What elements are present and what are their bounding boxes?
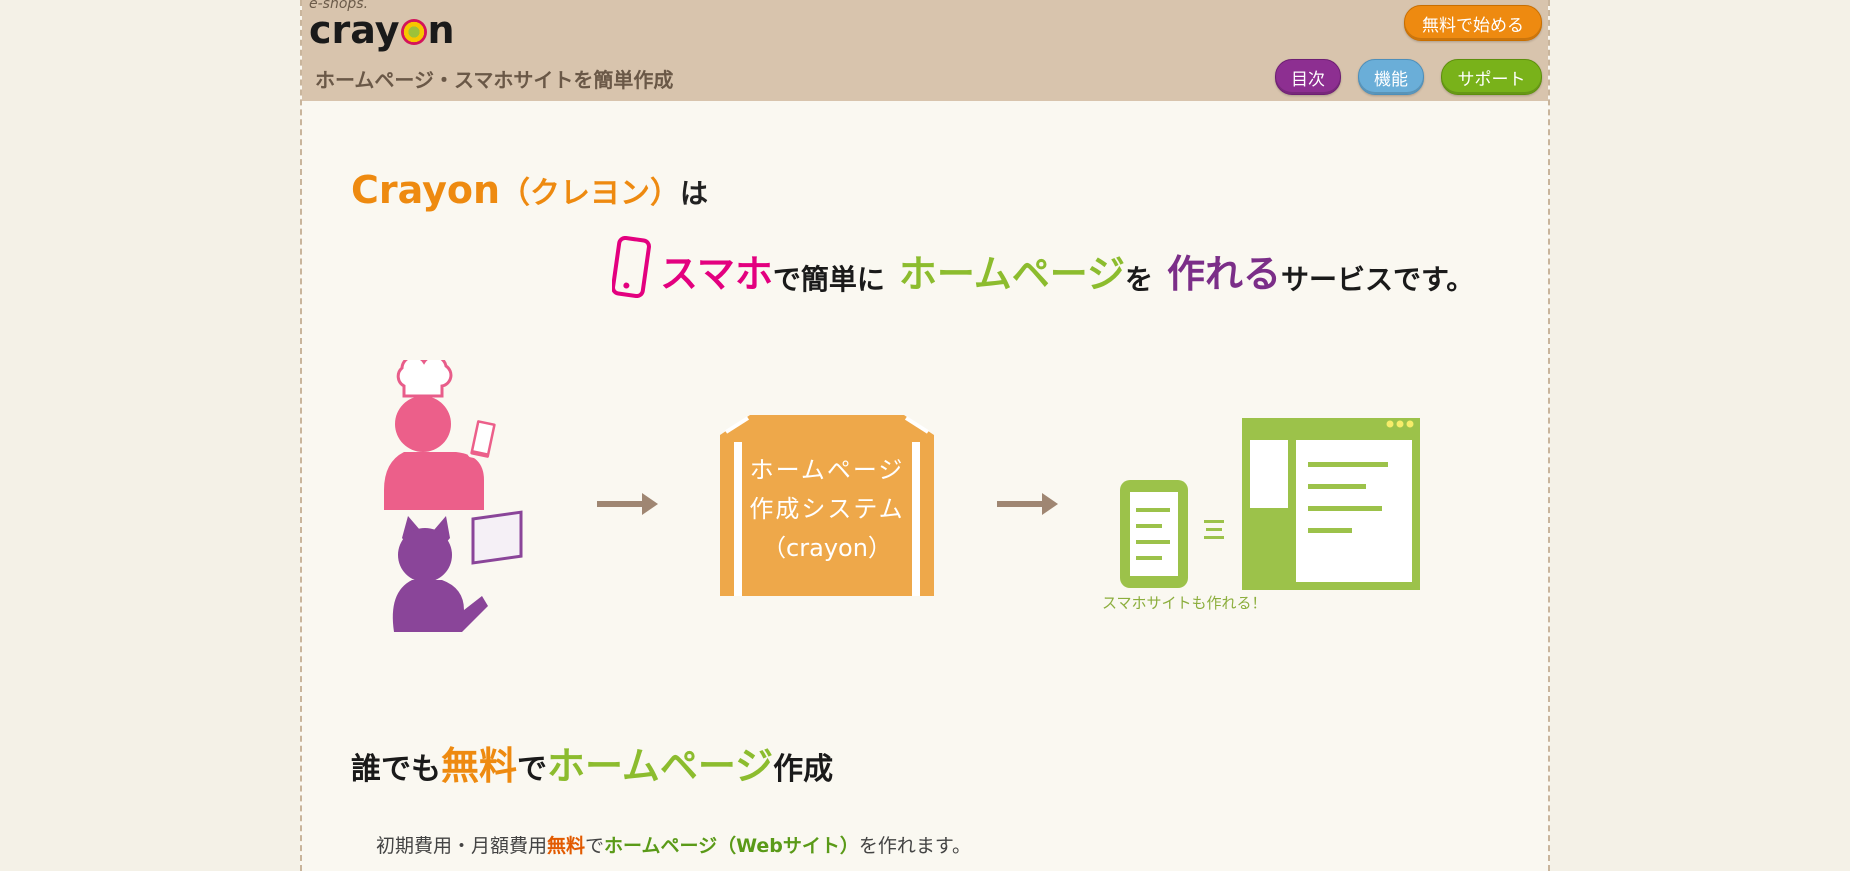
system-box-line1: ホームページ (750, 456, 905, 484)
heading-free: 無料 (441, 744, 518, 788)
para-costs: 初期費用・月額費用 (376, 835, 548, 857)
start-free-button[interactable]: 無料で始める (1404, 5, 1542, 41)
lead-wo: を (1125, 263, 1154, 296)
page-container: e-shops. cray n ホームページ・スマホサイトを簡単作成 無料で始める… (300, 0, 1550, 871)
chef-user-icon (384, 360, 499, 510)
intro-lead: スマホ で簡単に ホームページ を 作れる サービスです。 (612, 236, 1474, 298)
section-paragraph: 初期費用・月額費用無料でホームページ（Webサイト）を作れます。 (376, 831, 971, 858)
lead-smartphone: スマホ (660, 252, 773, 296)
system-box-line2: 作成システム (749, 495, 904, 523)
site-header: e-shops. cray n ホームページ・スマホサイトを簡単作成 無料で始める… (302, 0, 1548, 101)
intro-title-kana: （クレヨン） (500, 176, 681, 211)
lead-service: サービスです。 (1281, 263, 1475, 296)
features-button[interactable]: 機能 (1358, 59, 1424, 95)
service-diagram: ホームページ 作成システム （crayon） (384, 360, 1420, 632)
heading-de: で (517, 752, 548, 787)
para-free: 無料 (547, 835, 586, 857)
heading-anyone: 誰でも (351, 752, 441, 787)
support-button[interactable]: サポート (1441, 59, 1542, 95)
smartphone-site-caption: スマホサイトも作れる！ (1102, 594, 1267, 612)
lead-can-make: 作れる (1167, 252, 1282, 296)
logo-text-start: cray (309, 8, 400, 52)
smartphone-icon (612, 236, 651, 298)
para-de: で (585, 835, 605, 857)
intro-title-wa: は (680, 177, 709, 210)
website-window-icon (1242, 418, 1420, 590)
smartphone-site-icon (1120, 480, 1224, 588)
arrow-right-icon (597, 493, 658, 515)
system-box-line3: （crayon） (762, 534, 892, 562)
section-heading: 誰でも無料でホームページ作成 (351, 735, 833, 790)
cat-user-icon (392, 510, 523, 632)
lead-homepage: ホームページ (898, 252, 1125, 296)
heading-create: 作成 (773, 752, 834, 787)
arrow-right-icon (997, 493, 1058, 515)
lead-easily: で簡単に (772, 263, 885, 296)
para-can-make: を作れます。 (858, 835, 971, 857)
logo-o-icon (400, 19, 427, 45)
intro-title-brand: Crayon (351, 168, 501, 212)
header-tagline: ホームページ・スマホサイトを簡単作成 (315, 68, 674, 92)
intro-title: Crayon（クレヨン）は (351, 168, 708, 212)
para-homepage: ホームページ（Webサイト） (604, 835, 859, 857)
toc-button[interactable]: 目次 (1275, 59, 1341, 95)
crayon-logo[interactable]: cray n (309, 8, 455, 52)
logo-text-end: n (427, 8, 455, 52)
heading-homepage: ホームページ (547, 744, 774, 788)
system-box-icon: ホームページ 作成システム （crayon） (720, 415, 934, 596)
